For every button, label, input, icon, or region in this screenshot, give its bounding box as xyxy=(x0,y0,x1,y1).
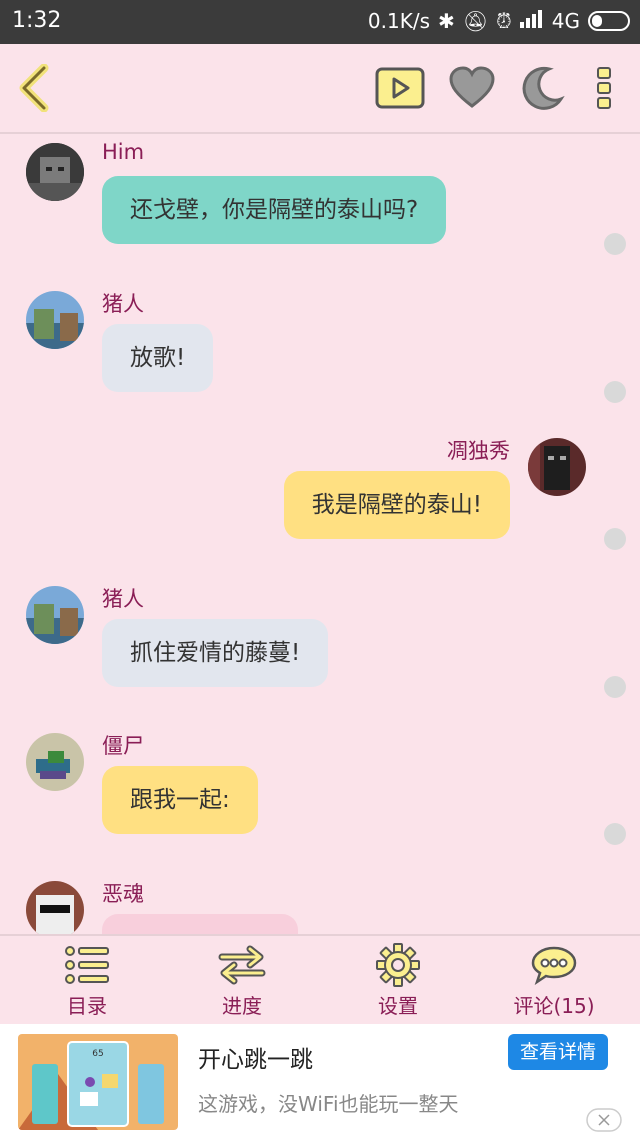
mute-icon: 🔕︎ xyxy=(462,9,489,33)
favorite-button[interactable] xyxy=(446,62,498,114)
moon-icon xyxy=(522,66,565,110)
gear-icon xyxy=(376,943,420,987)
night-mode-button[interactable] xyxy=(516,62,568,114)
sender-name: 僵尸 xyxy=(102,734,144,758)
message-bubble[interactable]: 跟我一起: xyxy=(102,766,258,834)
read-status-dot xyxy=(604,676,626,698)
sender-name: 凋独秀 xyxy=(447,439,510,463)
chat-list[interactable]: Him 还戈壁，你是隔壁的泰山吗? 猪人 放歌! 凋独秀 我是隔壁的泰山! 猪人… xyxy=(0,136,640,934)
swap-arrows-icon xyxy=(218,945,266,985)
avatar[interactable] xyxy=(26,586,84,644)
status-indicators: 0.1K/s ✱ 🔕︎ ⏰︎ 4G 3 xyxy=(368,9,630,33)
close-icon xyxy=(586,1108,622,1132)
battery-icon: 3 xyxy=(588,11,630,31)
bottom-nav: 目录 进度 设置 评论(15) xyxy=(0,934,640,1024)
avatar[interactable] xyxy=(26,733,84,791)
list-icon xyxy=(65,946,109,984)
back-button[interactable] xyxy=(8,62,60,114)
nav-label: 目录 xyxy=(67,994,107,1018)
nav-settings[interactable]: 设置 xyxy=(338,942,458,1019)
signal-icon xyxy=(519,9,544,33)
play-icon xyxy=(375,67,425,109)
sender-name: 猪人 xyxy=(102,587,144,611)
sender-name: 猪人 xyxy=(102,292,144,316)
message-bubble[interactable] xyxy=(102,914,298,934)
message-bubble[interactable]: 我是隔壁的泰山! xyxy=(283,471,510,539)
avatar[interactable] xyxy=(26,881,84,934)
ad-close-button[interactable] xyxy=(586,1108,622,1136)
ad-banner[interactable]: 65 开心跳一跳 这游戏，没WiFi也能玩一整天 查看详情 xyxy=(0,1024,640,1138)
nav-comments[interactable]: 评论(15) xyxy=(494,942,614,1019)
message-bubble[interactable]: 还戈壁，你是隔壁的泰山吗? xyxy=(102,176,447,244)
ad-title[interactable]: 开心跳一跳 xyxy=(198,1040,313,1074)
network-type: 4G xyxy=(551,9,580,33)
message-bubble[interactable]: 抓住爱情的藤蔓! xyxy=(102,619,329,687)
nav-label: 设置 xyxy=(378,994,418,1018)
nav-label: 评论(15) xyxy=(513,994,595,1018)
status-time: 1:32 xyxy=(12,8,62,33)
avatar[interactable] xyxy=(26,143,84,201)
avatar[interactable] xyxy=(26,291,84,349)
more-button[interactable] xyxy=(578,62,630,114)
alarm-icon: ⏰︎ xyxy=(496,9,512,33)
read-status-dot xyxy=(604,233,626,255)
heart-icon xyxy=(449,66,495,108)
message-bubble[interactable]: 放歌! xyxy=(102,324,214,392)
status-bar: 1:32 0.1K/s ✱ 🔕︎ ⏰︎ 4G 3 xyxy=(0,0,640,44)
more-vertical-icon xyxy=(597,67,611,109)
read-status-dot xyxy=(604,381,626,403)
nav-label: 进度 xyxy=(222,994,262,1018)
read-status-dot xyxy=(604,528,626,550)
avatar[interactable] xyxy=(528,438,586,496)
nav-catalog[interactable]: 目录 xyxy=(27,942,147,1019)
ad-description: 这游戏，没WiFi也能玩一整天 xyxy=(198,1092,459,1116)
sender-name: Him xyxy=(102,140,145,164)
nav-progress[interactable]: 进度 xyxy=(182,942,302,1019)
comment-icon xyxy=(531,946,577,985)
svg-text:65: 65 xyxy=(92,1049,103,1059)
net-speed: 0.1K/s xyxy=(367,9,430,33)
ad-details-button[interactable]: 查看详情 xyxy=(508,1034,608,1070)
ad-image[interactable]: 65 xyxy=(18,1034,178,1130)
read-status-dot xyxy=(604,823,626,845)
bluetooth-icon: ✱ xyxy=(438,9,455,33)
top-toolbar xyxy=(0,44,640,134)
chevron-left-icon xyxy=(19,64,49,112)
play-button[interactable] xyxy=(374,62,426,114)
sender-name: 恶魂 xyxy=(102,882,144,906)
